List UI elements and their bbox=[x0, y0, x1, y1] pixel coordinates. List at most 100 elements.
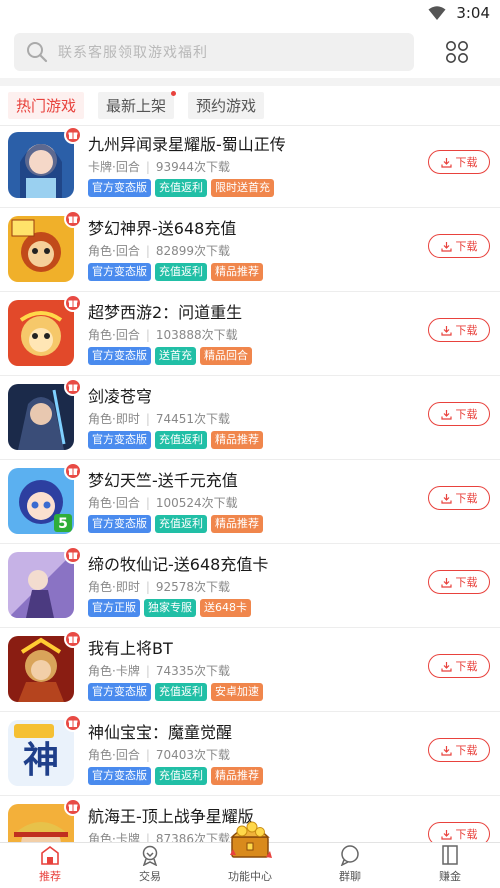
golden-monkey-icon[interactable] bbox=[8, 300, 74, 366]
download-icon bbox=[440, 325, 452, 336]
nav-function-center[interactable]: 功能中心 bbox=[200, 821, 300, 888]
tab-hot-games[interactable]: 热门游戏 bbox=[8, 92, 85, 119]
shen-character-icon[interactable]: 神 bbox=[8, 720, 74, 786]
game-tag: 官方变态版 bbox=[88, 515, 151, 533]
nav-label: 群聊 bbox=[339, 870, 361, 883]
game-row[interactable]: 5 梦幻天竺-送千元充值 角色·回合 | 100524次下载 官方变态版 充值返利 精品… bbox=[0, 460, 500, 544]
search-icon bbox=[27, 42, 48, 63]
download-icon bbox=[440, 409, 452, 420]
game-row[interactable]: 超梦西游2：问道重生 角色·回合 | 103888次下载 官方变态版 送首充 精品回合 … bbox=[0, 292, 500, 376]
game-downloads: 92578次下载 bbox=[155, 580, 231, 594]
game-name: 缔の牧仙记-送648充值卡 bbox=[88, 555, 269, 574]
game-name: 梦幻神界-送648充值 bbox=[88, 219, 237, 238]
monkey-king-icon[interactable] bbox=[8, 216, 74, 282]
game-tags: 官方变态版 送首充 精品回合 bbox=[88, 347, 252, 365]
nav-trade[interactable]: 交易 bbox=[100, 843, 200, 888]
game-name: 神仙宝宝：魔童觉醒 bbox=[88, 723, 233, 742]
game-row[interactable]: 缔の牧仙记-送648充值卡 角色·即时 | 92578次下载 官方正版 独家专服 送64… bbox=[0, 544, 500, 628]
gift-icon bbox=[64, 210, 82, 228]
download-label: 下载 bbox=[455, 408, 478, 421]
game-downloads: 103888次下载 bbox=[155, 328, 238, 342]
status-bar: 3:04 bbox=[0, 0, 500, 28]
download-button[interactable]: 下载 bbox=[428, 318, 490, 342]
download-label: 下载 bbox=[455, 492, 478, 505]
search-placeholder: 联系客服领取游戏福利 bbox=[58, 45, 208, 61]
blue-hair-girl-icon[interactable]: 5 bbox=[8, 468, 74, 534]
game-tag: 官方变态版 bbox=[88, 683, 151, 701]
home-icon bbox=[41, 846, 59, 865]
game-tag: 充值返利 bbox=[155, 515, 207, 533]
game-tag: 充值返利 bbox=[155, 263, 207, 281]
game-tag: 官方变态版 bbox=[88, 431, 151, 449]
general-icon[interactable] bbox=[8, 636, 74, 702]
game-tag: 送648卡 bbox=[200, 599, 251, 617]
search-input[interactable]: 联系客服领取游戏福利 bbox=[14, 33, 414, 71]
download-button[interactable]: 下载 bbox=[428, 570, 490, 594]
game-tag: 精品推荐 bbox=[211, 263, 263, 281]
game-tag: 精品回合 bbox=[200, 347, 252, 365]
download-button[interactable]: 下载 bbox=[428, 738, 490, 762]
tab-label: 热门游戏 bbox=[16, 97, 77, 115]
download-label: 下载 bbox=[455, 240, 478, 253]
game-name: 我有上将BT bbox=[88, 639, 173, 658]
gift-icon bbox=[64, 798, 82, 816]
nav-earn[interactable]: 赚金 bbox=[400, 843, 500, 888]
game-row[interactable]: 梦幻神界-送648充值 角色·回合 | 82899次下载 官方变态版 充值返利 精品推荐… bbox=[0, 208, 500, 292]
section-divider bbox=[0, 78, 500, 86]
nav-label: 功能中心 bbox=[228, 870, 272, 883]
tab-reserve-games[interactable]: 预约游戏 bbox=[188, 92, 265, 119]
game-meta: 角色·回合 | 103888次下载 bbox=[88, 326, 238, 343]
meta-separator: | bbox=[145, 328, 150, 342]
download-button[interactable]: 下载 bbox=[428, 654, 490, 678]
category-grid-button[interactable] bbox=[428, 33, 486, 71]
tab-label: 预约游戏 bbox=[196, 97, 257, 115]
game-tags: 官方变态版 充值返利 精品推荐 bbox=[88, 767, 263, 785]
nav-group-chat[interactable]: 群聊 bbox=[300, 843, 400, 888]
download-button[interactable]: 下载 bbox=[428, 150, 490, 174]
game-downloads: 93944次下载 bbox=[155, 160, 231, 174]
game-category: 角色·回合 bbox=[88, 244, 140, 258]
game-row[interactable]: 剑凌苍穹 角色·即时 | 74451次下载 官方变态版 充值返利 精品推荐 下载 bbox=[0, 376, 500, 460]
nav-recommend[interactable]: 推荐 bbox=[0, 843, 100, 888]
meta-separator: | bbox=[145, 664, 150, 678]
game-tag: 充值返利 bbox=[155, 767, 207, 785]
game-tags: 官方变态版 充值返利 安卓加速 bbox=[88, 683, 263, 701]
game-tags: 官方变态版 充值返利 精品推荐 bbox=[88, 263, 263, 281]
game-row[interactable]: 神 神仙宝宝：魔童觉醒 角色·回合 | 70403次下载 官方变态版 充值返利 精品推荐… bbox=[0, 712, 500, 796]
game-tag: 官方变态版 bbox=[88, 179, 151, 197]
download-icon bbox=[440, 661, 452, 672]
status-icons: 3:04 bbox=[428, 4, 490, 22]
game-tag: 官方变态版 bbox=[88, 767, 151, 785]
download-button[interactable]: 下载 bbox=[428, 402, 490, 426]
download-button[interactable]: 下载 bbox=[428, 234, 490, 258]
game-category: 角色·回合 bbox=[88, 496, 140, 510]
grid-icon bbox=[446, 41, 468, 63]
game-tag: 官方变态版 bbox=[88, 263, 151, 281]
anime-girl-icon[interactable] bbox=[8, 132, 74, 198]
download-icon bbox=[440, 241, 452, 252]
game-category: 角色·卡牌 bbox=[88, 664, 140, 678]
game-category: 角色·即时 bbox=[88, 412, 140, 426]
game-meta: 角色·回合 | 82899次下载 bbox=[88, 242, 230, 259]
bottom-nav: 推荐 交易 功能中心 群聊 赚金 bbox=[0, 821, 500, 888]
game-tag: 安卓加速 bbox=[211, 683, 263, 701]
game-row[interactable]: 九州异闻录星耀版-蜀山正传 卡牌·回合 | 93944次下载 官方变态版 充值返利 限时… bbox=[0, 124, 500, 208]
gift-icon bbox=[64, 126, 82, 144]
fairy-warrior-icon[interactable] bbox=[8, 552, 74, 618]
gift-icon bbox=[64, 462, 82, 480]
game-tag: 独家专服 bbox=[144, 599, 196, 617]
download-label: 下载 bbox=[455, 660, 478, 673]
game-row[interactable]: 我有上将BT 角色·卡牌 | 74335次下载 官方变态版 充值返利 安卓加速 下载 bbox=[0, 628, 500, 712]
search-row: 联系客服领取游戏福利 bbox=[0, 28, 500, 76]
game-category: 卡牌·回合 bbox=[88, 160, 140, 174]
game-downloads: 74335次下载 bbox=[155, 664, 231, 678]
download-button[interactable]: 下载 bbox=[428, 486, 490, 510]
game-downloads: 82899次下载 bbox=[155, 244, 231, 258]
swordsman-icon[interactable] bbox=[8, 384, 74, 450]
download-label: 下载 bbox=[455, 156, 478, 169]
gift-icon bbox=[64, 630, 82, 648]
nav-label: 交易 bbox=[139, 870, 161, 883]
game-tag: 充值返利 bbox=[155, 683, 207, 701]
gift-icon bbox=[64, 378, 82, 396]
tab-new-games[interactable]: 最新上架 bbox=[98, 91, 177, 119]
